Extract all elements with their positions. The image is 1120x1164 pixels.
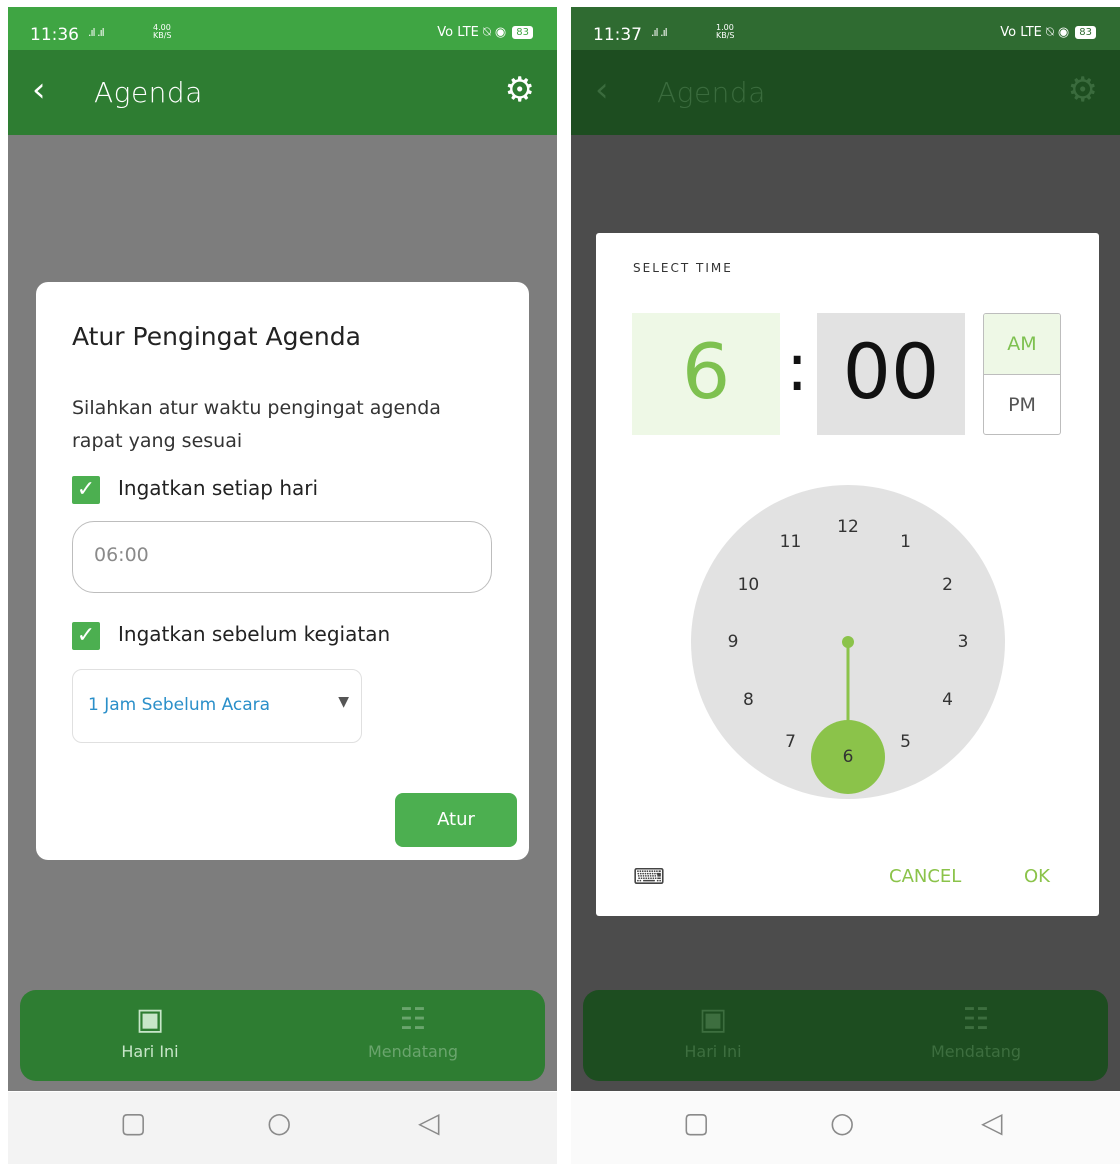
recents-icon[interactable]: ▢: [120, 1106, 146, 1139]
nav-upcoming-label: Mendatang: [930, 1042, 1022, 1061]
dialog-message: Silahkan atur waktu pengingat agenda rap…: [72, 397, 441, 452]
chevron-down-icon: ▼: [338, 694, 349, 710]
home-icon[interactable]: ○: [267, 1106, 291, 1139]
status-bar: 11:37 .ıl .ıl 1.00 KB/S Vo LTE ⍉ ◉ 83: [571, 7, 1120, 50]
recents-icon[interactable]: ▢: [683, 1106, 709, 1139]
signal-icon: .ıl .ıl: [88, 26, 105, 39]
list-icon: ☷: [399, 1002, 427, 1037]
reminder-dialog: Atur Pengingat Agenda Silahkan atur wakt…: [36, 282, 529, 860]
home-icon[interactable]: ○: [830, 1106, 854, 1139]
gear-icon: ⚙: [1067, 70, 1098, 110]
clock-number-10[interactable]: 10: [733, 574, 763, 596]
gear-icon[interactable]: ⚙: [505, 70, 535, 110]
back-icon[interactable]: ‹: [32, 70, 46, 110]
ok-button[interactable]: OK: [1024, 866, 1050, 887]
status-right-icons: Vo LTE ⍉ ◉ 83: [437, 25, 533, 40]
status-right-icons: Vo LTE ⍉ ◉ 83: [1000, 25, 1096, 40]
atur-button-label: Atur: [437, 809, 475, 830]
dialog-title: Atur Pengingat Agenda: [72, 322, 361, 351]
nav-upcoming[interactable]: ☷ Mendatang: [313, 1002, 513, 1061]
back-icon: ‹: [595, 70, 609, 110]
before-dropdown-value: 1 Jam Sebelum Acara: [88, 695, 271, 715]
system-nav-bar: ▢ ○ ◁: [571, 1092, 1120, 1164]
list-icon: ☷: [962, 1002, 990, 1037]
minute-display[interactable]: 00: [817, 313, 965, 435]
clock-number-9[interactable]: 9: [718, 631, 748, 653]
battery-icon: 83: [1075, 26, 1096, 39]
before-checkbox[interactable]: ✓: [72, 622, 100, 650]
nav-upcoming: ☷ Mendatang: [876, 1002, 1076, 1061]
am-pm-toggle: AM PM: [983, 313, 1061, 435]
hour-display[interactable]: 6: [632, 313, 780, 435]
nav-today[interactable]: ▣ Hari Ini: [50, 1002, 250, 1061]
back-nav-icon[interactable]: ◁: [981, 1106, 1003, 1139]
app-bar: ‹ Agenda ⚙: [8, 50, 557, 135]
speed-unit: KB/S: [153, 31, 172, 40]
status-icons: Vo LTE ⍉ ◉: [437, 25, 507, 40]
system-nav-bar: ▢ ○ ◁: [8, 1092, 557, 1164]
am-button[interactable]: AM: [984, 314, 1060, 375]
clock-dial[interactable]: 12 1 2 3 4 5 6 7 8 9 10 11: [691, 485, 1005, 799]
clock-number-2[interactable]: 2: [933, 574, 963, 596]
nav-today: ▣ Hari Ini: [613, 1002, 813, 1061]
status-time: 11:36: [30, 25, 79, 45]
status-time: 11:37: [593, 25, 642, 45]
daily-checkbox-label[interactable]: Ingatkan setiap hari: [118, 476, 318, 500]
speed-unit: KB/S: [716, 31, 735, 40]
screen-time-picker: 11:37 .ıl .ıl 1.00 KB/S Vo LTE ⍉ ◉ 83 ‹ A…: [571, 7, 1120, 1164]
nav-today-label: Hari Ini: [121, 1042, 179, 1061]
cancel-button[interactable]: CANCEL: [889, 866, 961, 887]
time-picker-dialog: SELECT TIME 6 : 00 AM PM 12 1 2 3 4 5 6 7 8 9 10 11…: [596, 233, 1099, 916]
status-icons: Vo LTE ⍉ ◉: [1000, 25, 1070, 40]
time-field[interactable]: 06:00: [72, 521, 492, 593]
clock-number-7[interactable]: 7: [776, 731, 806, 753]
app-bar: ‹ Agenda ⚙: [571, 50, 1120, 135]
daily-checkbox[interactable]: ✓: [72, 476, 100, 504]
network-speed: 4.00 KB/S: [153, 24, 172, 40]
before-dropdown[interactable]: 1 Jam Sebelum Acara ▼: [72, 669, 362, 743]
time-field-value: 06:00: [94, 544, 149, 566]
clock-number-4[interactable]: 4: [933, 689, 963, 711]
clock-number-8[interactable]: 8: [733, 689, 763, 711]
calendar-icon: ▣: [135, 1002, 165, 1037]
before-checkbox-label[interactable]: Ingatkan sebelum kegiatan: [118, 622, 390, 646]
clock-number-11[interactable]: 11: [776, 531, 806, 553]
bottom-nav: ▣ Hari Ini ☷ Mendatang: [583, 990, 1108, 1081]
keyboard-icon[interactable]: ⌨: [633, 865, 665, 890]
calendar-icon: ▣: [698, 1002, 728, 1037]
time-separator: :: [786, 329, 809, 406]
nav-upcoming-label: Mendatang: [367, 1042, 459, 1061]
battery-icon: 83: [512, 26, 533, 39]
clock-number-5[interactable]: 5: [891, 731, 921, 753]
page-title: Agenda: [657, 76, 766, 109]
pm-button[interactable]: PM: [984, 375, 1060, 434]
screen-reminder-dialog: 11:36 .ıl .ıl 4.00 KB/S Vo LTE ⍉ ◉ 83 ‹ A…: [8, 7, 557, 1164]
network-speed: 1.00 KB/S: [716, 24, 735, 40]
clock-center-dot: [842, 636, 854, 648]
clock-number-3[interactable]: 3: [948, 631, 978, 653]
status-bar: 11:36 .ıl .ıl 4.00 KB/S Vo LTE ⍉ ◉ 83: [8, 7, 557, 50]
signal-icon: .ıl .ıl: [651, 26, 668, 39]
minute-value: 00: [842, 327, 940, 416]
clock-number-12[interactable]: 12: [833, 516, 863, 538]
clock-number-6[interactable]: 6: [833, 746, 863, 768]
hour-value: 6: [681, 327, 731, 416]
clock-number-1[interactable]: 1: [891, 531, 921, 553]
picker-header: SELECT TIME: [633, 261, 733, 275]
back-nav-icon[interactable]: ◁: [418, 1106, 440, 1139]
nav-today-label: Hari Ini: [684, 1042, 742, 1061]
atur-button[interactable]: Atur: [395, 793, 517, 847]
bottom-nav: ▣ Hari Ini ☷ Mendatang: [20, 990, 545, 1081]
page-title: Agenda: [94, 76, 203, 109]
